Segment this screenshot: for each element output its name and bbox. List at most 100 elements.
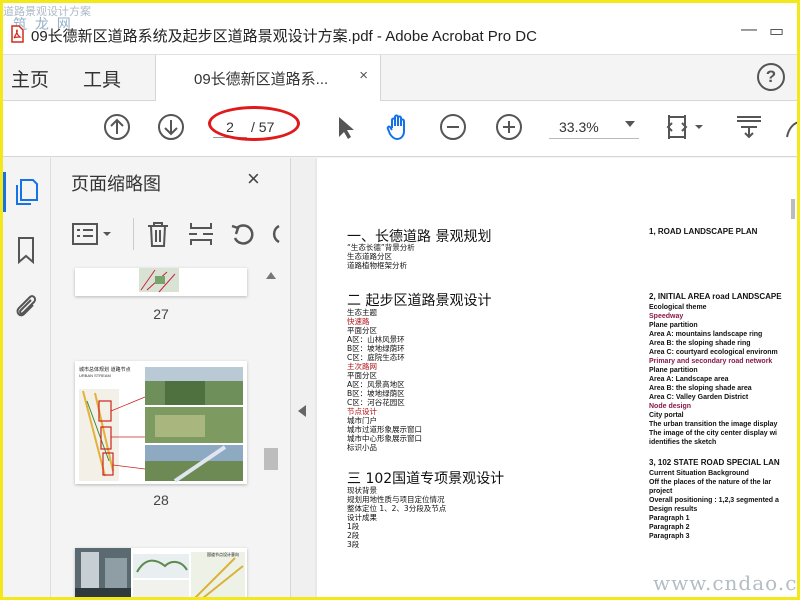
tab-bar: 主页 工具 09长德新区道路系... × ? <box>3 55 797 101</box>
toc-en-heading-3: 3, 102 STATE ROAD SPECIAL LAN <box>649 458 780 467</box>
toc-item: Area C: Valley Garden District <box>649 394 749 401</box>
delete-icon[interactable] <box>145 220 171 248</box>
active-indicator <box>3 172 6 212</box>
toc-list-1: “生态长德”背景分析 生态道路分区 道路植物框架分析 <box>347 243 415 270</box>
watermark: www.cndao.com <box>653 571 798 595</box>
scroll-mode-icon[interactable] <box>733 111 765 143</box>
toc-item: 快速路 <box>347 317 370 326</box>
page-thumbnail[interactable]: 国道节点设计意向 <box>75 548 247 597</box>
close-panel-icon[interactable]: × <box>247 166 260 192</box>
toc-item: Plane partition <box>649 322 698 329</box>
toc-en-heading-1: 1, ROAD LANDSCAPE PLAN <box>649 227 758 236</box>
toc-item: Node design <box>649 403 692 410</box>
toc-item: A区：山林风景环 <box>347 335 405 344</box>
prev-page-icon[interactable] <box>101 111 133 143</box>
next-page-icon[interactable] <box>155 111 187 143</box>
zoom-select[interactable]: 33.3% <box>549 117 639 139</box>
nav-tools[interactable]: 工具 <box>83 65 121 92</box>
page-number-label: 28 <box>153 492 169 508</box>
panel-toolbar <box>51 214 291 254</box>
annotation-ellipse <box>208 106 300 141</box>
toc-item: Paragraph 1 <box>649 515 690 522</box>
toc-item: Overall positioning : 1,2,3 segmented a <box>649 497 779 504</box>
toc-item: B区：坡地绿荫区 <box>347 389 405 398</box>
toc-item: 平面分区 <box>347 371 377 380</box>
toc-heading-2: 二 起步区道路景观设计 <box>347 293 492 309</box>
toc-item: 城市过道形象展示窗口 <box>347 425 422 434</box>
page-thumbnail[interactable]: 城市总体规划 道路节点 URBAN STREAM <box>75 361 247 484</box>
thumbnail-scrollbar[interactable] <box>263 268 279 597</box>
left-rail <box>3 158 51 597</box>
minimize-icon[interactable]: — <box>741 21 757 39</box>
chevron-down-icon <box>625 121 635 127</box>
scrollbar-thumb[interactable] <box>791 199 795 219</box>
thumbnails-icon[interactable] <box>13 178 39 206</box>
zoom-out-icon[interactable] <box>437 111 469 143</box>
toc-item: C区：河谷花园区 <box>347 398 405 407</box>
toc-item: 整体定位 1、2、3分段及节点 <box>347 504 447 513</box>
toc-heading-3: 三 102国道专项景观设计 <box>347 471 505 487</box>
hand-icon[interactable] <box>383 111 415 143</box>
acrobat-window: 道路景观设计方案 筑 龙 网 09长德新区道路系统及起步区道路景观设计方案.pd… <box>0 0 800 600</box>
toc-item: Current Situation Background <box>649 470 749 477</box>
toc-item: “生态长德”背景分析 <box>347 243 415 252</box>
close-tab-icon[interactable]: × <box>359 67 368 84</box>
toc-item: 主次路网 <box>347 362 377 371</box>
thumbnail-image: 城市总体规划 道路节点 URBAN STREAM <box>79 366 243 483</box>
toc-list-3: 现状背景 规划用地性质与项目定位情况 整体定位 1、2、3分段及节点 设计成果 1段 2段… <box>347 486 446 549</box>
toc-item: 城市中心形象展示窗口 <box>347 434 422 443</box>
zoom-in-icon[interactable] <box>493 111 525 143</box>
help-icon[interactable]: ? <box>757 63 785 91</box>
toc-item: Ecological theme <box>649 304 707 311</box>
toc-item: 标识小品 <box>347 443 377 452</box>
document-view[interactable]: 一、长德道路 景观规划 “生态长德”背景分析 生态道路分区 道路植物框架分析 二 起… <box>315 158 797 597</box>
toc-item: 道路植物框架分析 <box>347 261 407 270</box>
toc-item: Off the places of the nature of the lar <box>649 479 772 486</box>
document-tab[interactable]: 09长德新区道路系... × <box>155 55 381 101</box>
collapse-panel-strip[interactable] <box>291 158 315 597</box>
toc-item: 2段 <box>347 531 360 540</box>
toc-item: 平面分区 <box>347 326 377 335</box>
attachment-icon[interactable] <box>13 292 39 320</box>
page-thumbnail[interactable] <box>75 268 247 296</box>
toc-item: The urban transition the image display <box>649 421 778 428</box>
toc-item: 3段 <box>347 540 360 549</box>
undo-icon[interactable] <box>229 220 257 248</box>
scrollbar-thumb[interactable] <box>264 448 278 470</box>
toc-en-list-3: Current Situation Background Off the plac… <box>649 469 779 541</box>
extract-icon[interactable] <box>187 220 215 248</box>
toc-item: 设计成果 <box>347 513 377 522</box>
toc-item: Area A: mountains landscape ring <box>649 331 763 338</box>
toc-item: 城市门户 <box>347 416 377 425</box>
toc-item: Area C: courtyard ecological environm <box>649 349 778 356</box>
toc-item: 规划用地性质与项目定位情况 <box>347 495 445 504</box>
toc-item: project <box>649 488 673 495</box>
toc-item: Paragraph 3 <box>649 533 690 540</box>
document-tab-label: 09长德新区道路系... <box>194 71 329 88</box>
select-arrow-icon[interactable] <box>329 111 361 143</box>
toc-item: Area B: the sloping shade area <box>649 385 752 392</box>
thumbnails-panel: 页面缩略图 × 27 城市总体规划 道路节点 URBAN STREAM 28 国… <box>51 158 291 597</box>
main-toolbar: 2 / 57 33.3% <box>3 101 797 157</box>
fit-page-icon[interactable] <box>663 111 707 143</box>
toc-item: 现状背景 <box>347 486 377 495</box>
toc-item: Design results <box>649 506 698 513</box>
thumb-options-icon[interactable] <box>71 222 115 246</box>
zoom-value: 33.3% <box>559 119 599 135</box>
toolbar-separator <box>133 218 134 250</box>
restore-icon[interactable]: ▭ <box>769 21 784 41</box>
pdf-page: 一、长德道路 景观规划 “生态长德”背景分析 生态道路分区 道路植物框架分析 二 起… <box>317 158 797 597</box>
rotate-icon[interactable] <box>269 220 283 248</box>
collapse-left-icon[interactable] <box>298 405 306 417</box>
nav-home[interactable]: 主页 <box>11 65 49 92</box>
rotate-icon[interactable] <box>783 111 800 143</box>
bookmark-icon[interactable] <box>15 236 37 264</box>
scroll-up-icon[interactable] <box>266 272 276 279</box>
toc-item: Plane partition <box>649 367 698 374</box>
toc-item: Primary and secondary road network <box>649 358 773 365</box>
document-scrollbar[interactable] <box>789 163 797 597</box>
toc-item: City portal <box>649 412 684 419</box>
toc-en-heading-2: 2, INITIAL AREA road LANDSCAPE <box>649 292 782 301</box>
toc-item: Area B: the sloping shade ring <box>649 340 751 347</box>
pdf-icon <box>11 25 24 43</box>
